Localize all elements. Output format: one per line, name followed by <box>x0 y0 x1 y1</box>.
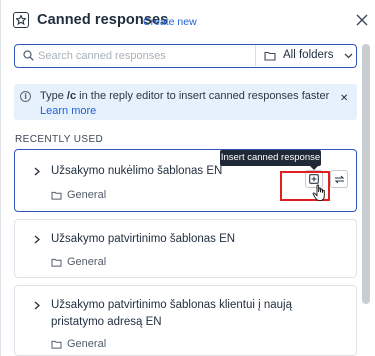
response-title: Užsakymo patvirtinimo šablonas klientui … <box>51 299 292 328</box>
create-new-link[interactable]: Create new <box>143 16 197 28</box>
chevron-right-icon[interactable] <box>34 235 40 244</box>
folder-icon <box>51 258 62 267</box>
info-icon: i <box>20 91 31 102</box>
learn-more-link[interactable]: Learn more <box>40 105 96 117</box>
response-title: Užsakymo patvirtinimo šablonas EN <box>51 233 236 245</box>
close-icon[interactable]: ✕ <box>340 93 348 104</box>
chevron-right-icon[interactable] <box>34 301 40 310</box>
panel-header: Canned responses Create new <box>1 0 375 42</box>
folder-icon <box>51 191 62 200</box>
response-folder: General <box>67 256 107 268</box>
hand-cursor-icon <box>312 184 325 202</box>
chevron-right-icon[interactable] <box>34 167 40 176</box>
divider <box>255 45 256 66</box>
search-input[interactable] <box>38 48 258 64</box>
swap-icon <box>334 175 345 184</box>
search-icon <box>23 50 34 61</box>
section-label: RECENTLY USED <box>15 134 104 145</box>
response-folder: General <box>67 338 107 350</box>
scrollbar[interactable] <box>362 44 370 304</box>
chevron-down-icon[interactable] <box>344 53 353 59</box>
folder-select[interactable]: All folders <box>283 49 334 61</box>
response-folder: General <box>67 189 107 201</box>
info-banner: i Type /c in the reply editor to insert … <box>14 84 357 120</box>
folder-icon <box>264 51 276 61</box>
canned-responses-icon <box>13 12 29 28</box>
close-icon[interactable] <box>356 14 368 26</box>
folder-icon <box>51 340 62 349</box>
response-card[interactable]: Užsakymo patvirtinimo šablonas klientui … <box>14 285 357 356</box>
search-bar: All folders <box>14 44 357 68</box>
response-card[interactable]: Užsakymo patvirtinimo šablonas EN Genera… <box>14 219 357 278</box>
replace-button[interactable] <box>330 170 348 188</box>
tooltip: Insert canned response <box>220 150 321 170</box>
canned-responses-panel: Canned responses Create new All folders … <box>0 0 375 356</box>
info-text: Type /c in the reply editor to insert ca… <box>40 90 330 102</box>
